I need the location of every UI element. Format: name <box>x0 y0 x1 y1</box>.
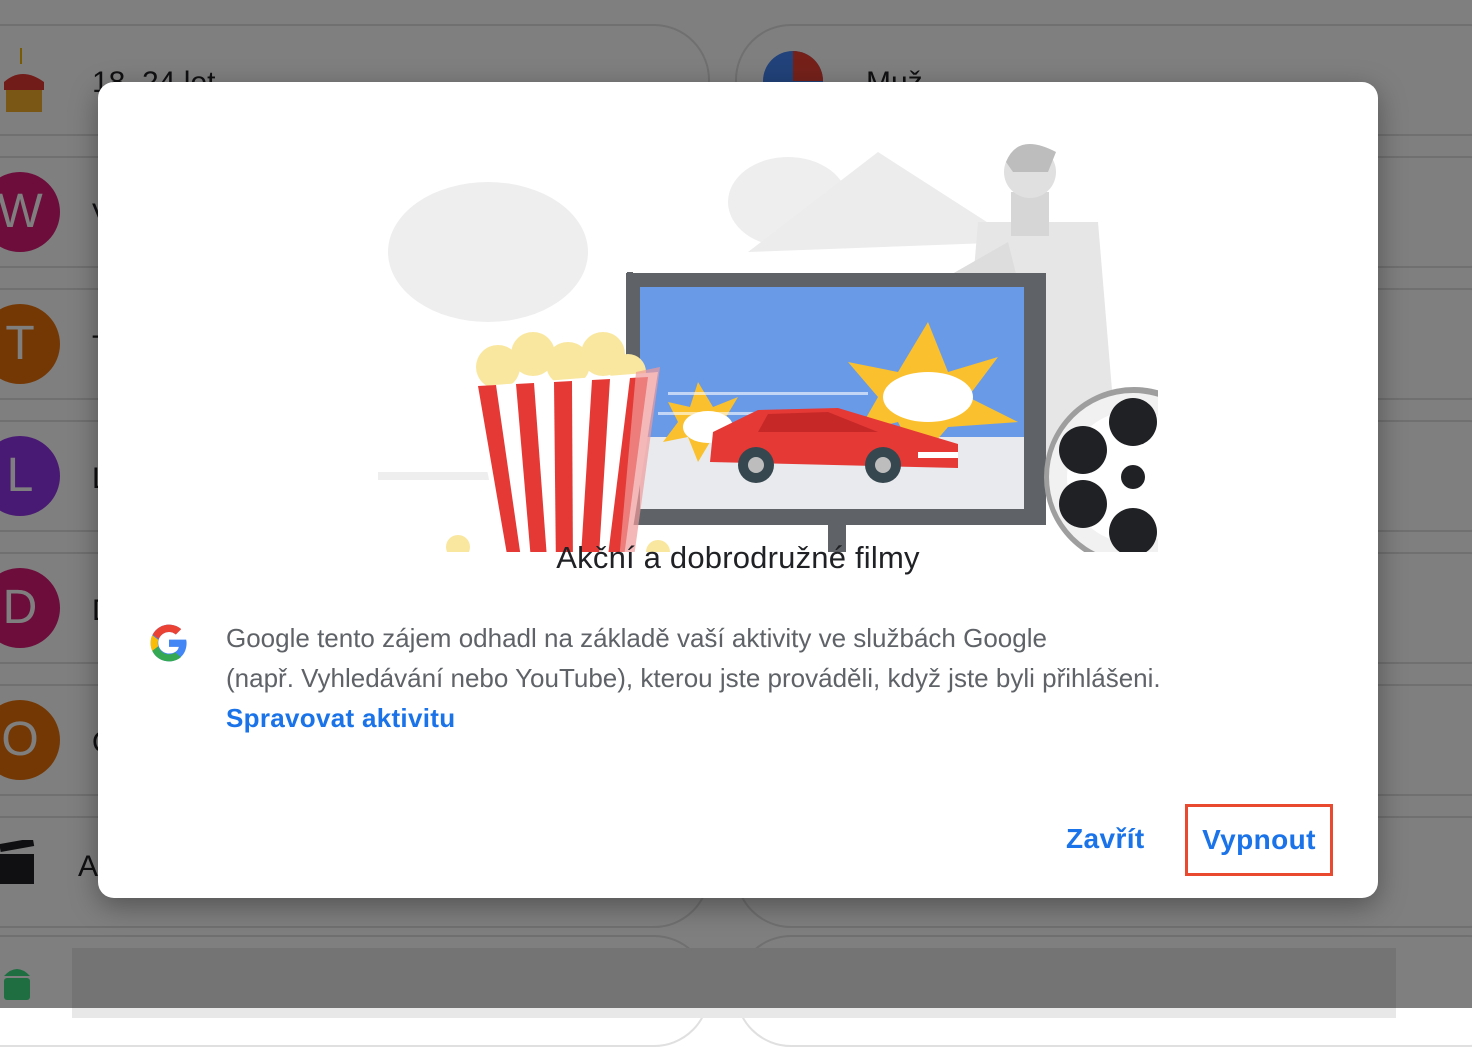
close-button[interactable]: Zavřít <box>1052 806 1159 872</box>
manage-activity-link[interactable]: Spravovat aktivitu <box>226 698 455 738</box>
dialog-title: Akční a dobrodružné filmy <box>556 540 920 575</box>
interest-explanation: Google tento zájem odhadl na základě vaš… <box>226 618 1306 738</box>
description-line: (např. Vyhledávání nebo YouTube), kterou… <box>226 663 1161 693</box>
description-line: Google tento zájem odhadl na základě vaš… <box>226 623 1047 653</box>
disable-button[interactable]: Vypnout <box>1185 804 1333 876</box>
monitor <box>626 272 1046 552</box>
interest-dialog: Akční a dobrodružné filmy Google tento z… <box>98 82 1378 898</box>
google-logo-icon <box>150 624 187 662</box>
popcorn-box <box>446 332 670 552</box>
movie-illustration <box>378 144 1158 552</box>
